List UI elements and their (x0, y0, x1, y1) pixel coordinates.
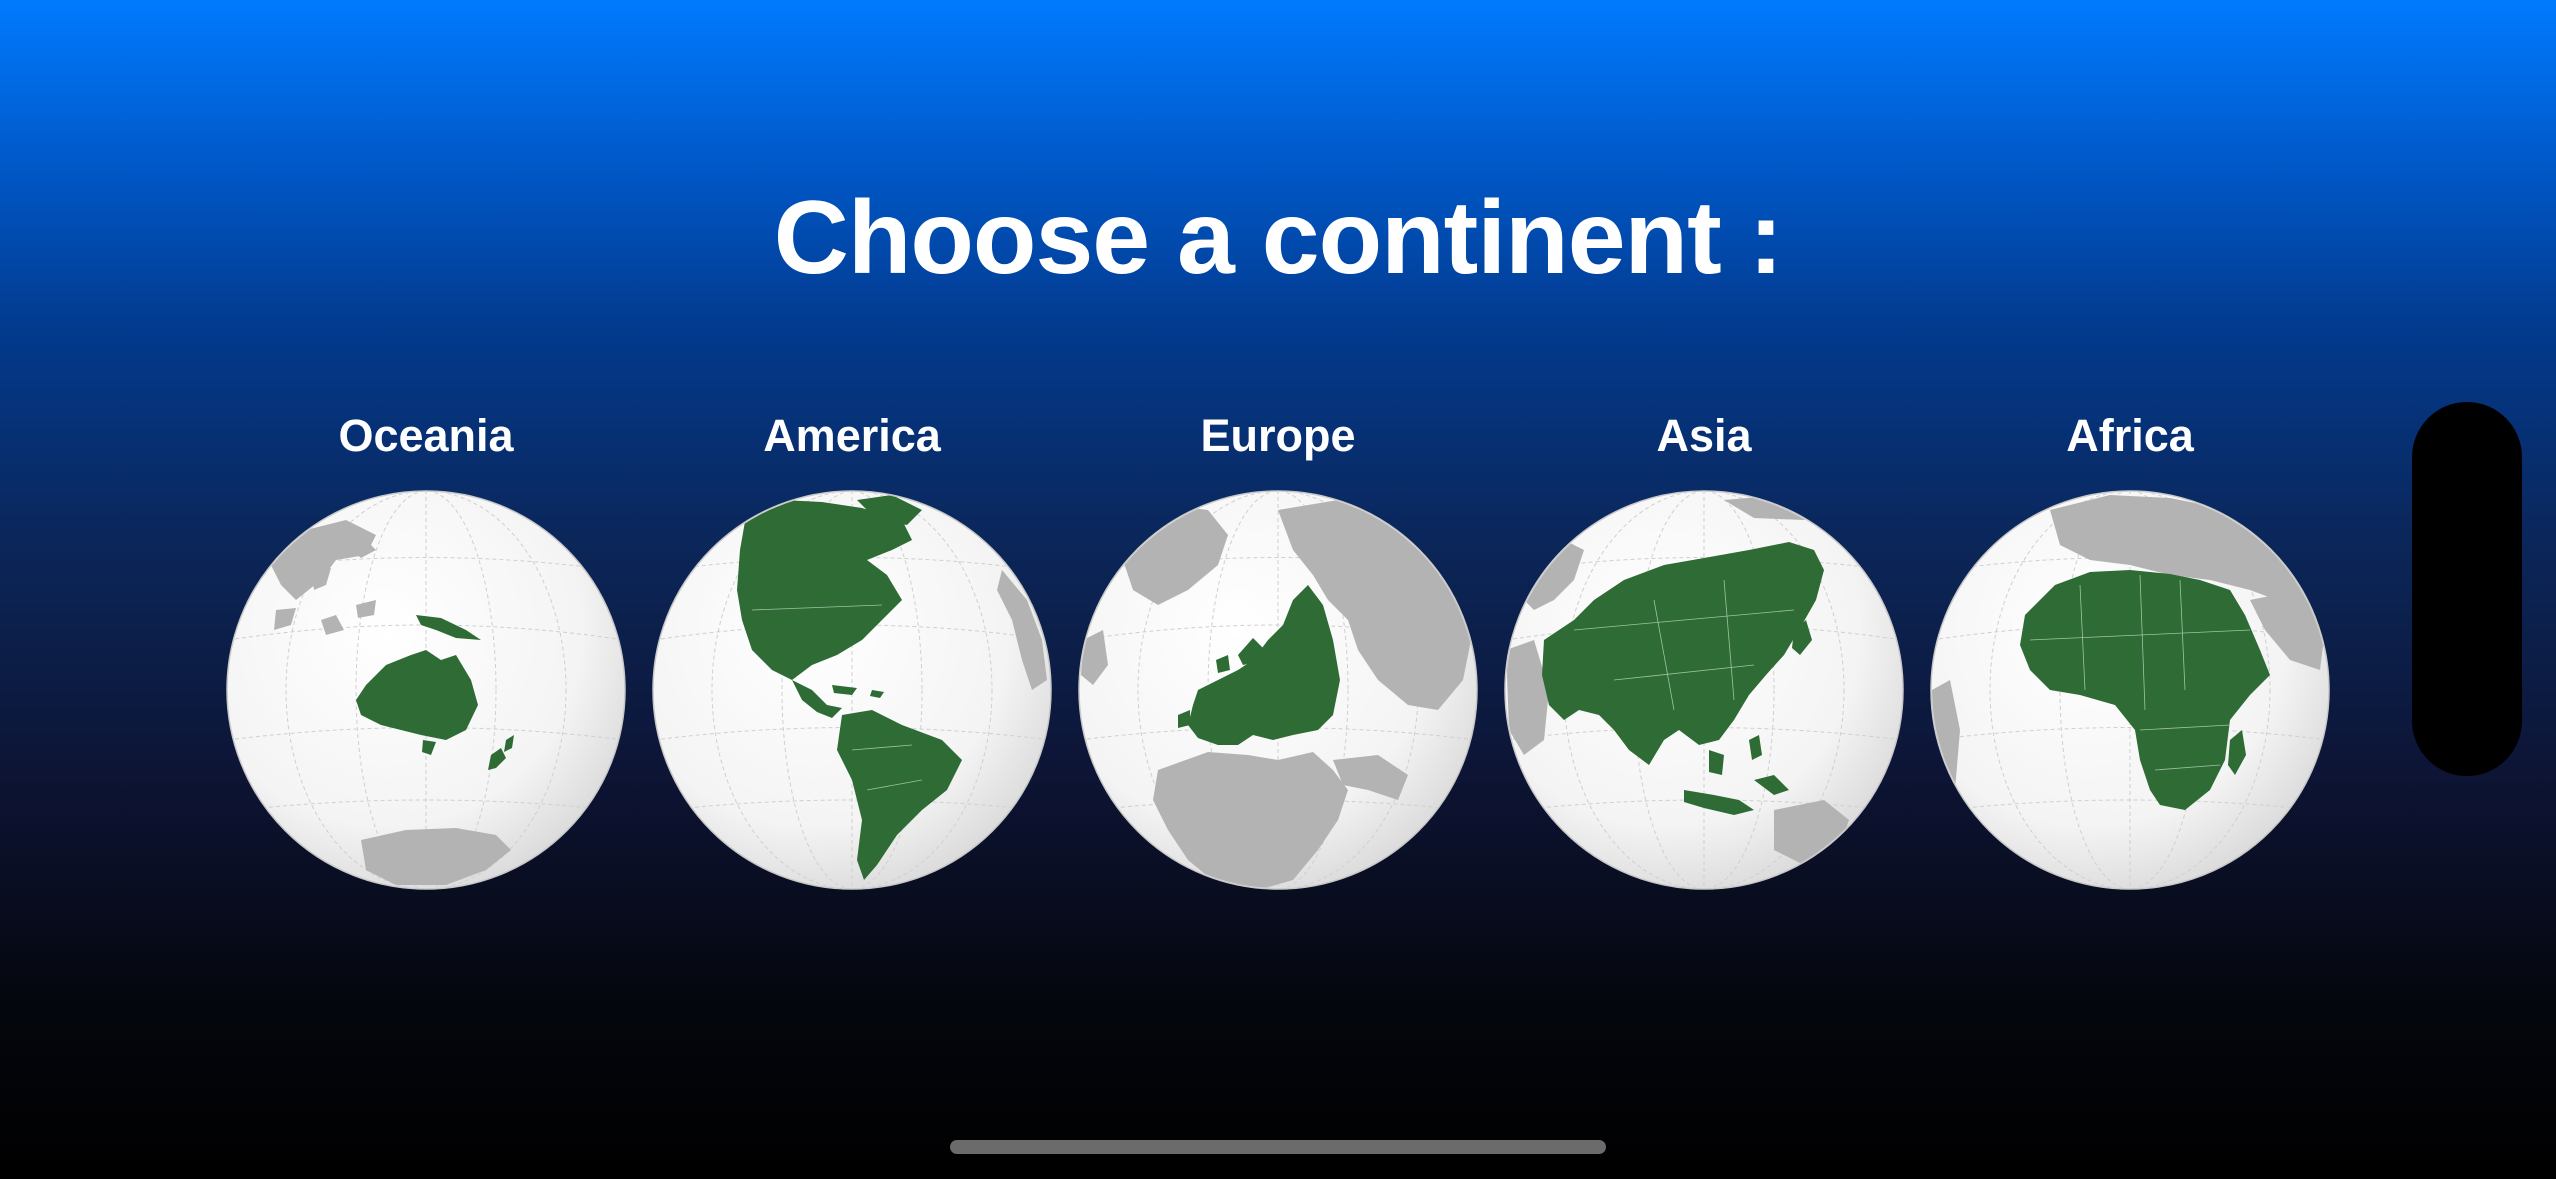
globe-america-icon[interactable] (652, 490, 1052, 890)
continent-card-africa[interactable]: Africa (1930, 400, 2330, 900)
page-title: Choose a continent : (773, 180, 1783, 296)
globe-europe-icon[interactable] (1078, 490, 1478, 890)
globe-asia-icon[interactable] (1504, 490, 1904, 890)
continent-card-america[interactable]: America (652, 400, 1052, 900)
continent-label-oceania: Oceania (338, 410, 514, 461)
globe-africa-icon[interactable] (1930, 490, 2330, 890)
globe-oceania-icon[interactable] (226, 490, 626, 890)
home-indicator[interactable] (950, 1140, 1606, 1154)
continent-card-europe[interactable]: Europe (1078, 400, 1478, 900)
continent-label-america: America (763, 410, 941, 461)
continent-card-asia[interactable]: Asia (1504, 400, 1904, 900)
continent-label-europe: Europe (1200, 410, 1356, 461)
continent-card-oceania[interactable]: Oceania (226, 400, 626, 900)
continent-label-asia: Asia (1656, 410, 1752, 461)
continent-label-africa: Africa (2066, 410, 2194, 461)
sensor-housing-pill (2412, 402, 2522, 776)
